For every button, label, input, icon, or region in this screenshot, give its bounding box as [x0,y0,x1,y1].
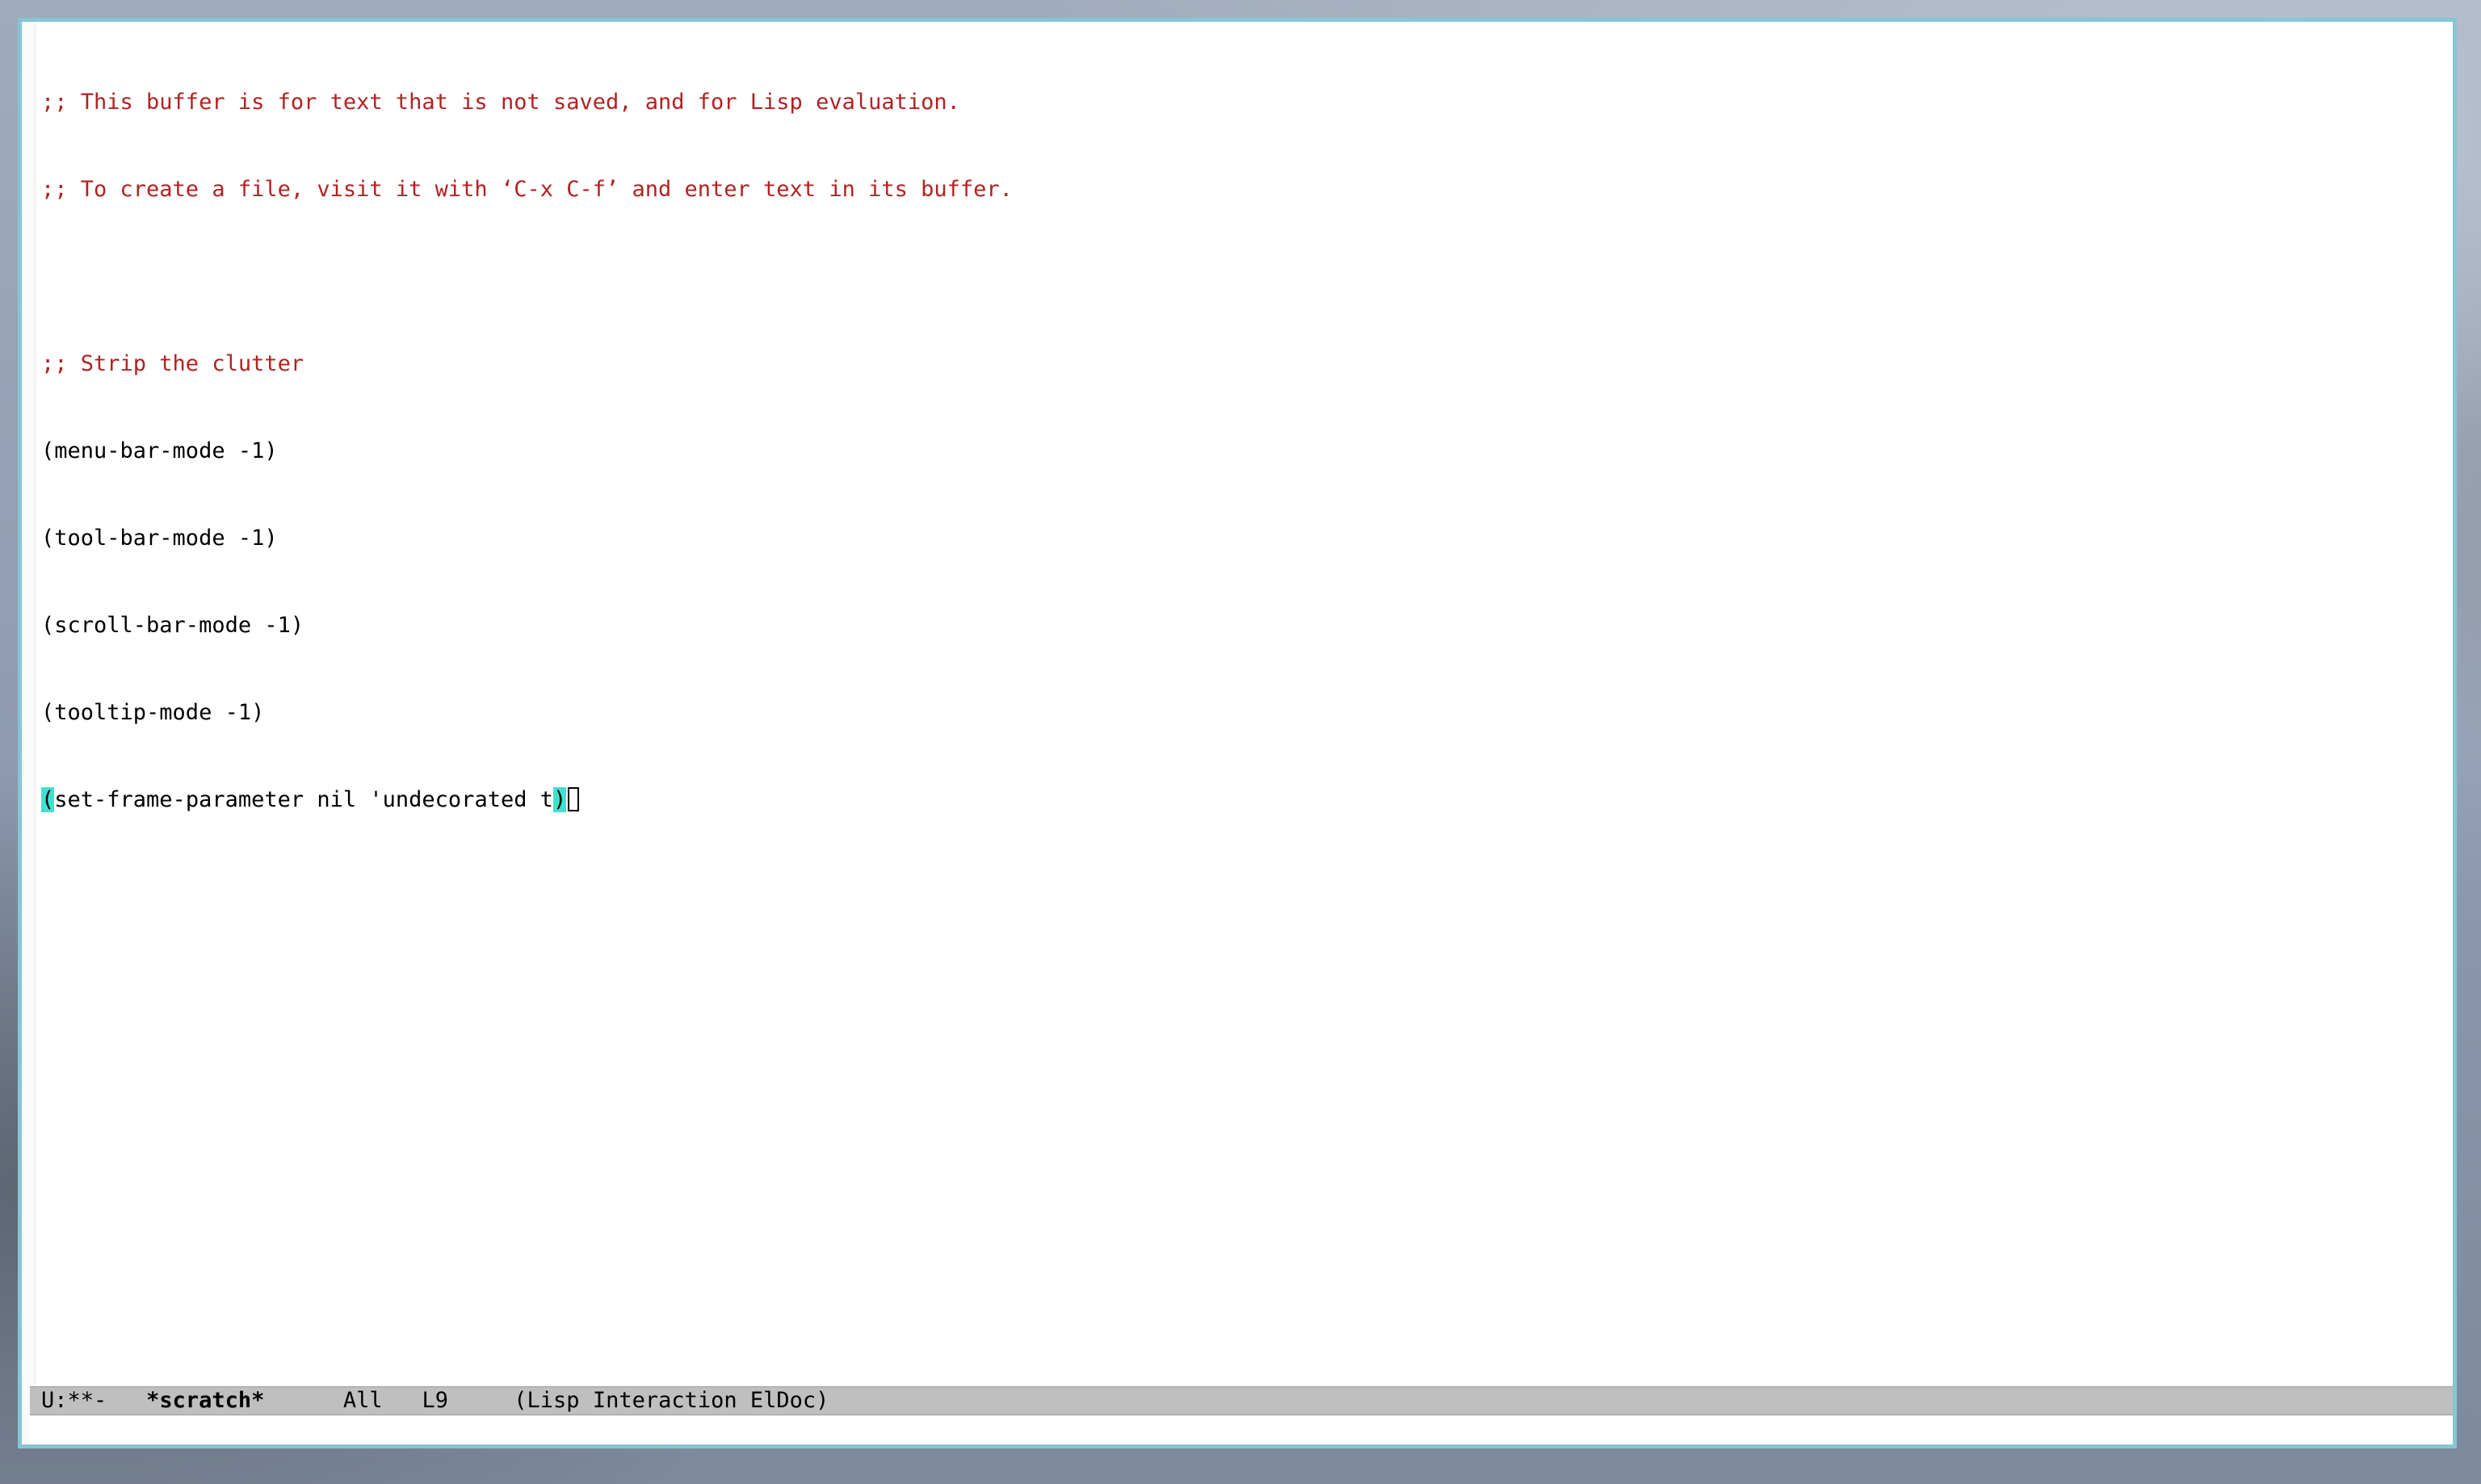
modeline-status: U:**- [41,1388,107,1413]
line-9-body: set-frame-parameter nil 'undecorated t [54,787,553,812]
buffer-line-3[interactable] [41,262,2433,291]
buffer-line-1[interactable]: ;; This buffer is for text that is not s… [41,88,2433,117]
buffer-line-7[interactable]: (scroll-bar-mode -1) [41,611,2433,640]
text-cursor [568,787,580,811]
buffer-line-4[interactable]: ;; Strip the clutter [41,350,2433,379]
buffer-line-9[interactable]: (set-frame-parameter nil 'undecorated t) [41,786,2433,815]
modeline-buffer-name[interactable]: *scratch* [146,1388,264,1413]
buffer-line-5[interactable]: (menu-bar-mode -1) [41,437,2433,466]
matching-close-paren: ) [552,787,567,812]
emacs-frame: ;; This buffer is for text that is not s… [18,18,2457,1448]
buffer-line-6[interactable]: (tool-bar-mode -1) [41,524,2433,553]
buffer-line-2[interactable]: ;; To create a file, visit it with ‘C-x … [41,175,2433,204]
mode-line: U:**- *scratch* All L9 (Lisp Interaction… [30,1386,2453,1415]
buffer-line-8[interactable]: (tooltip-mode -1) [41,698,2433,727]
modeline-position: All [342,1388,383,1413]
minibuffer[interactable] [30,1415,2453,1444]
modeline-line-number: L9 [422,1388,448,1413]
matching-open-paren: ( [41,787,55,812]
left-fringe [22,22,36,1444]
modeline-major-mode[interactable]: (Lisp Interaction ElDoc) [514,1388,829,1413]
scratch-buffer-text-area[interactable]: ;; This buffer is for text that is not s… [41,30,2433,1412]
